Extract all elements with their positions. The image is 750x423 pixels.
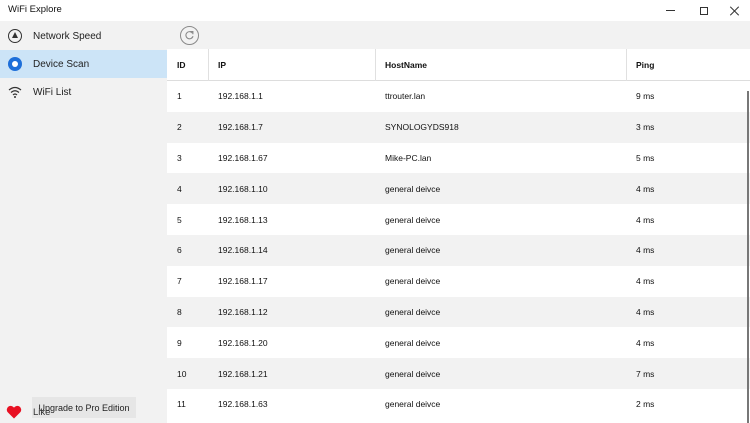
cell-id: 8	[177, 306, 182, 317]
column-header-ip[interactable]: IP	[218, 49, 226, 81]
sidebar-item-device-scan[interactable]: Device Scan	[0, 50, 167, 78]
table-row[interactable]: 4 192.168.1.10 general deivce 4 ms	[167, 173, 750, 205]
cell-id: 9	[177, 337, 182, 348]
table-row[interactable]: 9 192.168.1.20 general deivce 4 ms	[167, 327, 750, 358]
sidebar-item-label: Network Speed	[33, 30, 102, 42]
cell-hostname: general deivce	[385, 306, 441, 317]
table-row[interactable]: 8 192.168.1.12 general deivce 4 ms	[167, 296, 750, 328]
refresh-button[interactable]	[180, 26, 199, 45]
cell-ping: 4 ms	[636, 276, 655, 287]
cell-id: 3	[177, 152, 182, 163]
vertical-scrollbar[interactable]	[747, 91, 749, 423]
cell-ping: 4 ms	[636, 214, 655, 225]
cell-hostname: general deivce	[385, 214, 441, 225]
cell-ip: 192.168.1.7	[218, 122, 263, 133]
table-row[interactable]: 5 192.168.1.13 general deivce 4 ms	[167, 204, 750, 235]
sidebar-item-wifi-list[interactable]: WiFi List	[0, 78, 167, 106]
column-divider	[375, 49, 376, 81]
cell-ping: 4 ms	[636, 183, 655, 194]
sidebar-item-label: WiFi List	[33, 86, 72, 98]
cell-id: 4	[177, 183, 182, 194]
table-body: 1 192.168.1.1 ttrouter.lan 9 ms 2 192.168.1.7…	[167, 81, 750, 423]
like-button[interactable]: Like	[6, 404, 50, 420]
table-row[interactable]: 2 192.168.1.7 SYNOLOGYDS918 3 ms	[167, 111, 750, 143]
cell-ping: 4 ms	[636, 245, 655, 256]
cell-hostname: general deivce	[385, 399, 441, 410]
cell-ping: 3 ms	[636, 122, 655, 133]
cell-ping: 9 ms	[636, 91, 655, 102]
cell-hostname: Mike-PC.lan	[385, 152, 432, 163]
cell-ping: 7 ms	[636, 368, 655, 379]
sidebar-item-label: Device Scan	[33, 58, 90, 70]
cell-ping: 2 ms	[636, 399, 655, 410]
column-header-id[interactable]: ID	[177, 49, 186, 81]
cell-ping: 5 ms	[636, 152, 655, 163]
cell-ip: 192.168.1.13	[218, 214, 268, 225]
cell-hostname: SYNOLOGYDS918	[385, 122, 459, 133]
toolbar	[167, 21, 750, 49]
column-header-hostname[interactable]: HostName	[385, 49, 427, 81]
table-row[interactable]: 3 192.168.1.67 Mike-PC.lan 5 ms	[167, 143, 750, 174]
cell-ip: 192.168.1.17	[218, 276, 268, 287]
cell-id: 10	[177, 368, 187, 379]
cell-hostname: general deivce	[385, 368, 441, 379]
cell-ip: 192.168.1.21	[218, 368, 268, 379]
cell-ping: 4 ms	[636, 337, 655, 348]
cell-hostname: general deivce	[385, 276, 441, 287]
cell-ip: 192.168.1.20	[218, 337, 268, 348]
heart-icon	[6, 405, 22, 419]
cell-hostname: ttrouter.lan	[385, 91, 426, 102]
speedometer-icon	[8, 29, 22, 43]
table-row[interactable]: 11 192.168.1.63 general deivce 2 ms	[167, 389, 750, 420]
column-divider	[626, 49, 627, 81]
cell-hostname: general deivce	[385, 337, 441, 348]
like-label: Like	[33, 406, 51, 418]
column-header-ping[interactable]: Ping	[636, 49, 654, 81]
cell-id: 2	[177, 122, 182, 133]
title-bar: WiFi Explore	[0, 0, 750, 21]
minimize-icon	[665, 10, 675, 11]
table-header: ID IP HostName Ping	[167, 49, 750, 81]
cell-id: 11	[177, 399, 186, 410]
close-button[interactable]	[717, 0, 750, 21]
cell-ping: 4 ms	[636, 306, 655, 317]
cell-id: 7	[177, 276, 182, 287]
close-icon	[730, 6, 740, 16]
app-title: WiFi Explore	[8, 4, 62, 15]
column-divider	[208, 49, 209, 81]
table-row[interactable]: 6 192.168.1.14 general deivce 4 ms	[167, 234, 750, 266]
cell-id: 6	[177, 245, 182, 256]
cell-ip: 192.168.1.67	[218, 152, 268, 163]
cell-id: 5	[177, 214, 182, 225]
wifi-icon	[8, 85, 22, 99]
maximize-icon	[700, 6, 708, 15]
sidebar-item-network-speed[interactable]: Network Speed	[0, 22, 167, 50]
cell-ip: 192.168.1.1	[218, 91, 263, 102]
cell-hostname: general deivce	[385, 245, 441, 256]
cell-hostname: general deivce	[385, 183, 441, 194]
cell-ip: 192.168.1.14	[218, 245, 268, 256]
device-scan-icon	[8, 57, 22, 71]
minimize-button[interactable]	[652, 0, 688, 21]
cell-ip: 192.168.1.63	[218, 399, 268, 410]
device-table: ID IP HostName Ping 1 192.168.1.1 ttrouter…	[167, 49, 750, 423]
cell-id: 1	[177, 91, 182, 102]
sidebar: Network Speed Device Scan WiFi List Upgr…	[0, 21, 167, 423]
refresh-icon	[185, 31, 194, 40]
table-row[interactable]: 7 192.168.1.17 general deivce 4 ms	[167, 266, 750, 297]
cell-ip: 192.168.1.12	[218, 306, 268, 317]
cell-ip: 192.168.1.10	[218, 183, 268, 194]
table-row[interactable]: 1 192.168.1.1 ttrouter.lan 9 ms	[167, 81, 750, 112]
table-row[interactable]: 10 192.168.1.21 general deivce 7 ms	[167, 358, 750, 389]
